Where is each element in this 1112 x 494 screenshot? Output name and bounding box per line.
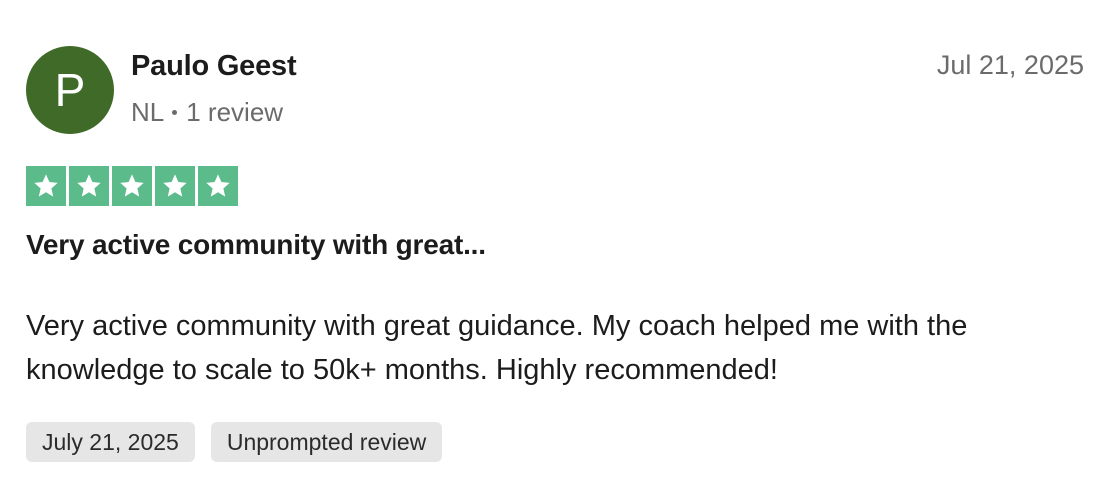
review-date: Jul 21, 2025 (936, 50, 1084, 80)
star-icon (198, 166, 238, 206)
star-icon (155, 166, 195, 206)
review-card: P Paulo Geest NL 1 review Jul 21, 2025 V… (0, 0, 1112, 494)
experience-date-tag: July 21, 2025 (26, 422, 195, 462)
star-icon (112, 166, 152, 206)
star-icon (69, 166, 109, 206)
reviewer-meta: NL 1 review (131, 97, 283, 128)
reviewer-name[interactable]: Paulo Geest (131, 50, 297, 83)
review-source-tag[interactable]: Unprompted review (210, 422, 443, 462)
review-tags: July 21, 2025 Unprompted review (26, 422, 443, 462)
avatar[interactable]: P (26, 46, 114, 134)
star-rating (26, 166, 238, 206)
reviewer-review-count: 1 review (186, 97, 284, 127)
review-title[interactable]: Very active community with great... (26, 229, 486, 261)
separator-dot (172, 110, 178, 115)
avatar-initial: P (54, 64, 86, 116)
star-icon (26, 166, 66, 206)
review-body: Very active community with great guidanc… (26, 310, 968, 386)
reviewer-country: NL (131, 97, 165, 127)
